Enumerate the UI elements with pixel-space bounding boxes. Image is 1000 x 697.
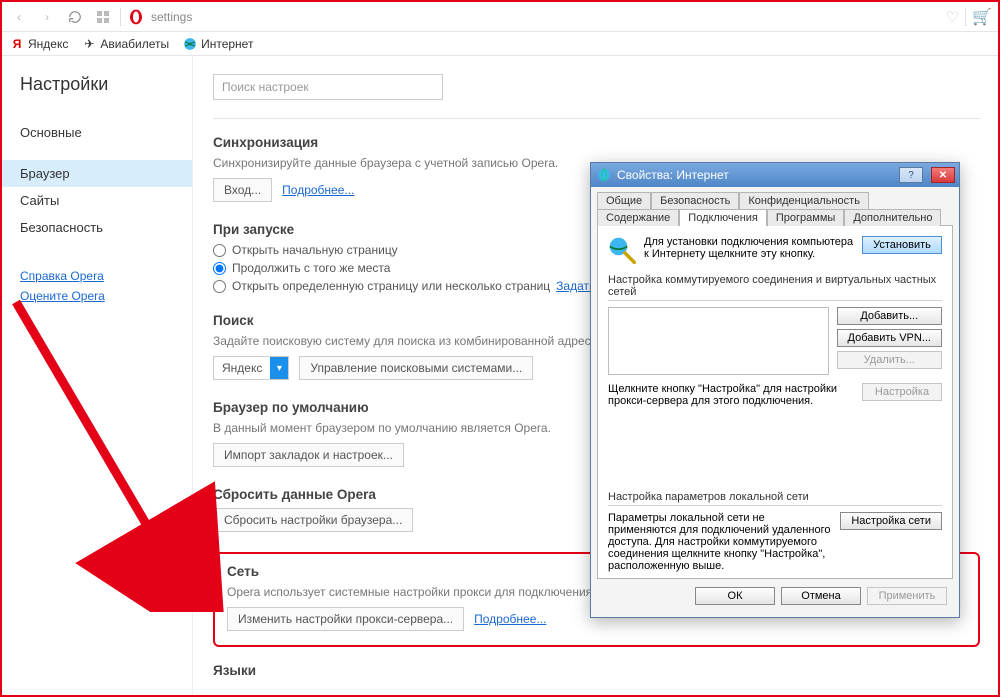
plane-icon: ✈ bbox=[82, 37, 96, 51]
import-bookmarks-button[interactable]: Импорт закладок и настроек... bbox=[213, 443, 404, 467]
heart-icon[interactable]: ♡ bbox=[946, 8, 959, 26]
sidebar-item-security[interactable]: Безопасность bbox=[2, 214, 192, 241]
connections-listbox[interactable] bbox=[608, 307, 829, 375]
tab-content[interactable]: Содержание bbox=[597, 209, 679, 226]
network-more-link[interactable]: Подробнее... bbox=[474, 612, 546, 626]
tab-privacy[interactable]: Конфиденциальность bbox=[739, 192, 869, 209]
sidebar-item-basic[interactable]: Основные bbox=[2, 119, 192, 146]
internet-options-icon bbox=[597, 168, 611, 182]
sidebar-item-sites[interactable]: Сайты bbox=[2, 187, 192, 214]
reload-button[interactable] bbox=[64, 6, 86, 28]
bookmark-label: Яндекс bbox=[28, 37, 68, 51]
bookmark-label: Интернет bbox=[201, 37, 253, 51]
add-connection-button[interactable]: Добавить... bbox=[837, 307, 942, 325]
browser-toolbar: ‹ › settings ♡ 🛒 bbox=[2, 2, 998, 32]
sidebar-link-rate[interactable]: Оцените Opera bbox=[20, 289, 192, 303]
bookmark-aviabilety[interactable]: ✈ Авиабилеты bbox=[82, 37, 169, 51]
proxy-settings-button[interactable]: Изменить настройки прокси-сервера... bbox=[227, 607, 464, 631]
connection-wizard-icon bbox=[608, 236, 636, 264]
lan-label: Настройка параметров локальной сети bbox=[608, 491, 942, 503]
dialup-label: Настройка коммутируемого соединения и ви… bbox=[608, 274, 942, 298]
section-languages: Языки bbox=[213, 663, 980, 678]
nav-back-button[interactable]: ‹ bbox=[8, 6, 30, 28]
yandex-icon: Я bbox=[10, 37, 24, 51]
lan-text: Параметры локальной сети не применяются … bbox=[608, 512, 832, 572]
dialog-footer: ОК Отмена Применить bbox=[597, 579, 953, 609]
bookmark-label: Авиабилеты bbox=[100, 37, 169, 51]
apply-button: Применить bbox=[867, 587, 947, 605]
reset-browser-button[interactable]: Сбросить настройки браузера... bbox=[213, 508, 413, 532]
lan-settings-button[interactable]: Настройка сети bbox=[840, 512, 942, 530]
chevron-down-icon: ▾ bbox=[270, 357, 288, 379]
cancel-button[interactable]: Отмена bbox=[781, 587, 861, 605]
section-title: Синхронизация bbox=[213, 135, 980, 150]
setup-connection-button[interactable]: Установить bbox=[862, 236, 942, 254]
tab-programs[interactable]: Программы bbox=[767, 209, 844, 226]
dialog-titlebar[interactable]: Свойства: Интернет ? ✕ bbox=[591, 163, 959, 187]
cart-icon[interactable]: 🛒 bbox=[972, 7, 992, 27]
add-vpn-button[interactable]: Добавить VPN... bbox=[837, 329, 942, 347]
tab-advanced[interactable]: Дополнительно bbox=[844, 209, 941, 226]
bookmarks-bar: Я Яндекс ✈ Авиабилеты Интернет bbox=[2, 32, 998, 56]
sidebar-link-help[interactable]: Справка Opera bbox=[20, 269, 192, 283]
section-title: Языки bbox=[213, 663, 980, 678]
close-button[interactable]: ✕ bbox=[931, 167, 955, 183]
tab-connections[interactable]: Подключения bbox=[679, 209, 767, 226]
manage-search-engines-button[interactable]: Управление поисковыми системами... bbox=[299, 356, 533, 380]
settings-sidebar: Настройки Основные Браузер Сайты Безопас… bbox=[2, 56, 192, 695]
bookmark-yandex[interactable]: Я Яндекс bbox=[10, 37, 68, 51]
connection-settings-button: Настройка bbox=[862, 383, 942, 401]
proxy-hint: Щелкните кнопку "Настройка" для настройк… bbox=[608, 383, 854, 407]
internet-options-dialog: Свойства: Интернет ? ✕ Общие Безопасност… bbox=[590, 162, 960, 618]
ok-button[interactable]: ОК bbox=[695, 587, 775, 605]
bookmark-internet[interactable]: Интернет bbox=[183, 37, 253, 51]
sync-more-link[interactable]: Подробнее... bbox=[282, 183, 354, 197]
setup-text: Для установки подключения компьютера к И… bbox=[644, 236, 854, 260]
page-title: Настройки bbox=[20, 74, 192, 95]
dialog-title: Свойства: Интернет bbox=[617, 168, 729, 182]
remove-connection-button: Удалить... bbox=[837, 351, 942, 369]
opera-icon bbox=[127, 8, 145, 26]
tab-general[interactable]: Общие bbox=[597, 192, 651, 209]
search-engine-select[interactable]: Яндекс▾ bbox=[213, 356, 289, 380]
address-bar-text[interactable]: settings bbox=[151, 10, 192, 24]
globe-icon bbox=[183, 37, 197, 51]
nav-forward-button[interactable]: › bbox=[36, 6, 58, 28]
sidebar-item-browser[interactable]: Браузер bbox=[2, 160, 192, 187]
tab-security[interactable]: Безопасность bbox=[651, 192, 739, 209]
connections-panel: Для установки подключения компьютера к И… bbox=[597, 225, 953, 579]
speed-dial-button[interactable] bbox=[92, 6, 114, 28]
settings-search-input[interactable]: Поиск настроек bbox=[213, 74, 443, 100]
help-button[interactable]: ? bbox=[899, 167, 923, 183]
sync-login-button[interactable]: Вход... bbox=[213, 178, 272, 202]
